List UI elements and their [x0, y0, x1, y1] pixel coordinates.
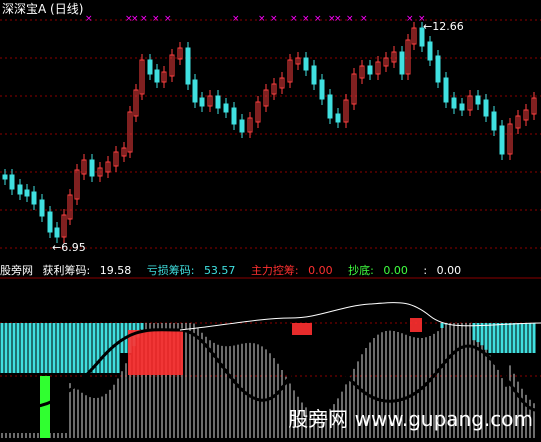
- signal-marker: ×: [290, 14, 298, 24]
- candle: [54, 227, 60, 238]
- candle: [303, 57, 309, 71]
- candle: [475, 95, 481, 105]
- signal-marker: ×: [258, 14, 266, 24]
- candle: [147, 59, 153, 75]
- bottom-signal-bar: [40, 376, 50, 438]
- low-price-label: ←6.95: [52, 241, 86, 254]
- signal-marker: ×: [152, 14, 160, 24]
- main-control-chips: 主力控筹: 0.00: [250, 264, 333, 277]
- candle: [199, 97, 205, 107]
- indicator-header: 股旁网 获利筹码: 19.58 亏损筹码: 53.57 主力控筹: 0.00 抄…: [0, 262, 473, 278]
- candle: [483, 99, 489, 117]
- bottom-signal: 抄底: 0.00: [348, 264, 408, 277]
- signal-marker: ×: [406, 14, 414, 24]
- candle: [31, 191, 37, 205]
- signal-marker: ×: [360, 14, 368, 24]
- candle: [327, 94, 333, 119]
- candle: [399, 51, 405, 75]
- candle: [459, 103, 465, 111]
- candle: [443, 77, 449, 103]
- signal-marker: ×: [140, 14, 148, 24]
- candle: [435, 55, 441, 83]
- candle: [491, 111, 497, 131]
- signal-marker: ×: [302, 14, 310, 24]
- candle: [192, 79, 198, 103]
- candle: [154, 69, 160, 83]
- candle: [223, 103, 229, 113]
- candle: [9, 174, 15, 190]
- candle: [499, 125, 505, 155]
- chart-title: 深深宝A (日线): [2, 0, 83, 17]
- candle: [231, 107, 237, 125]
- chart-window: × × × × × × × × × × × × × × × × × × 深深宝A (日线) ←12.66 ←6.9…: [0, 0, 541, 442]
- main-control-block: [410, 318, 422, 332]
- indicator-name: 股旁网: [0, 264, 33, 277]
- candle: [185, 47, 191, 85]
- signal-marker: ×: [346, 14, 354, 24]
- candle: [24, 189, 30, 197]
- candle: [215, 95, 221, 109]
- signal-marker: ×: [131, 14, 139, 24]
- signal-marker: ×: [334, 14, 342, 24]
- candle: [451, 97, 457, 109]
- signal-marker: ×: [85, 14, 93, 24]
- signal-marker: ×: [314, 14, 322, 24]
- loss-chips: 亏损筹码: 53.57: [146, 264, 236, 277]
- high-price-label: ←12.66: [423, 20, 464, 33]
- main-control-block: [292, 323, 312, 335]
- candle: [311, 65, 317, 85]
- extra-indicator: : 0.00: [423, 264, 462, 277]
- candle: [319, 79, 325, 100]
- candle: [427, 41, 433, 61]
- candle: [239, 119, 245, 133]
- stock-name: 深深宝A: [2, 2, 47, 16]
- candle: [335, 113, 341, 123]
- period-label: (日线): [50, 2, 84, 16]
- signal-marker: ×: [270, 14, 278, 24]
- signal-marker: ×: [164, 14, 172, 24]
- candle: [17, 184, 23, 195]
- main-control-block: [128, 330, 183, 375]
- candlestick-chart[interactable]: × ×× × × × × × × × × × ×× × × × ×: [0, 0, 541, 442]
- candle: [89, 159, 95, 177]
- candle: [2, 174, 8, 180]
- candle: [367, 65, 373, 75]
- candle: [47, 211, 53, 233]
- watermark: 股旁网 www.gupang.com: [288, 407, 533, 431]
- candle: [39, 199, 45, 217]
- signal-marker: ×: [232, 14, 240, 24]
- profit-chips: 获利筹码: 19.58: [42, 264, 132, 277]
